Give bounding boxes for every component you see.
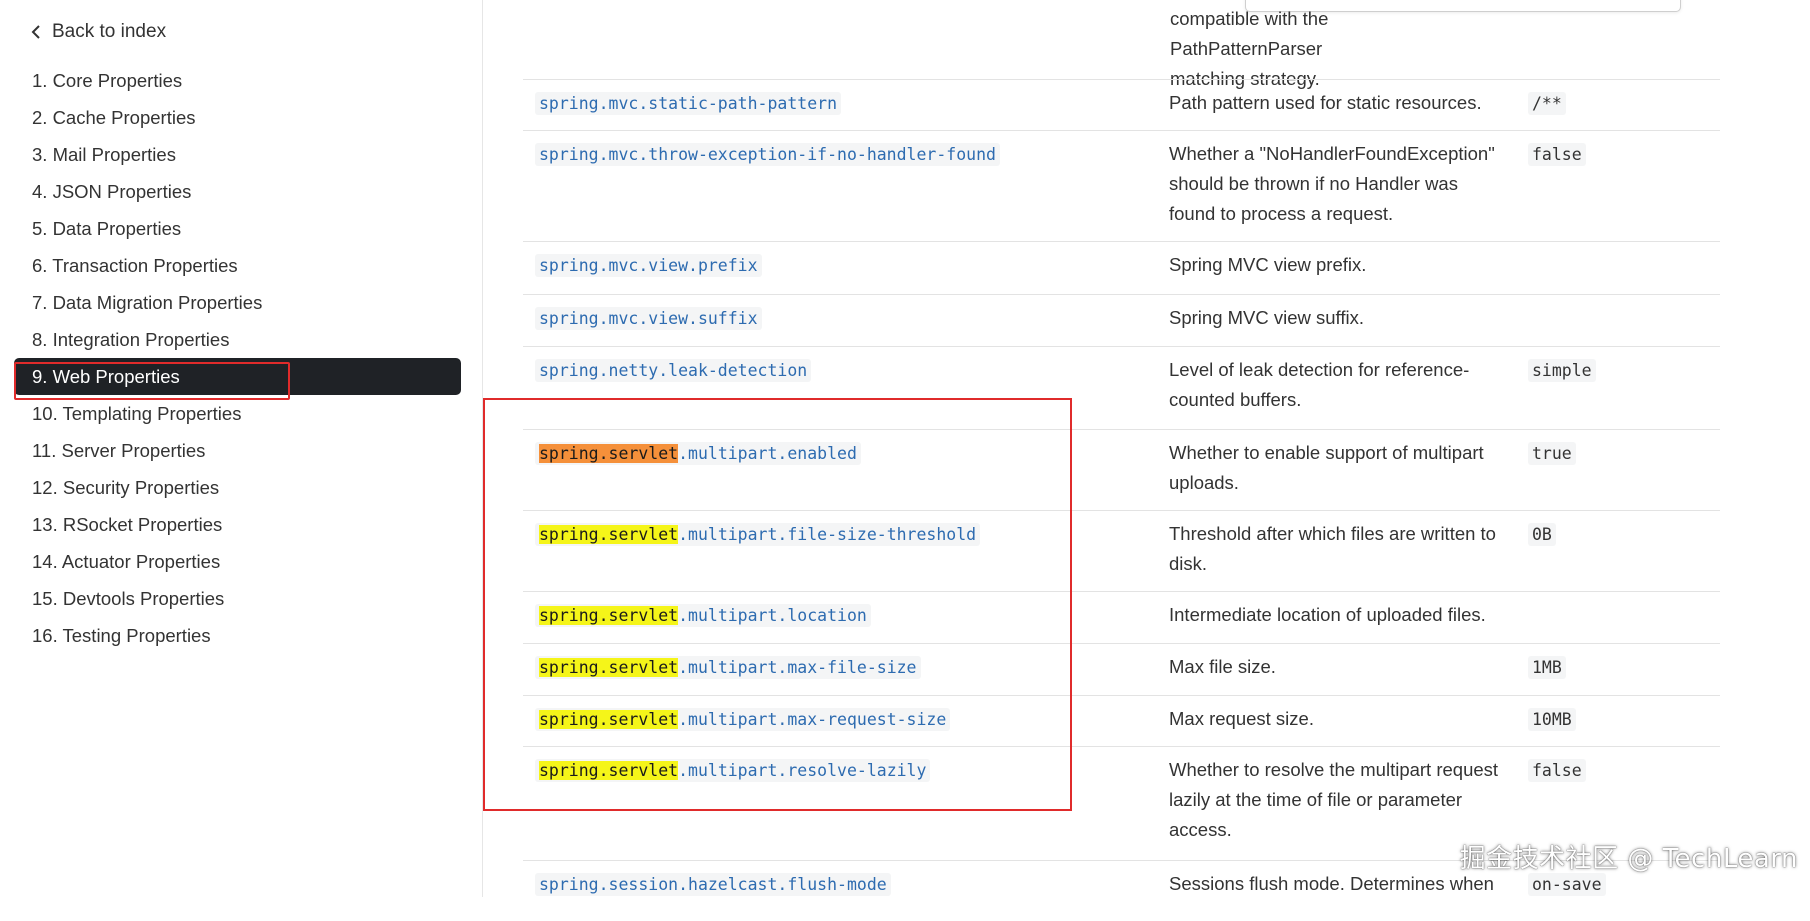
property-description: Max request size. [1169,708,1314,729]
property-description: Spring MVC view prefix. [1169,254,1367,275]
sidebar: Back to index 1. Core Properties 2. Cach… [0,0,483,897]
property-name-text: spring.mvc.view.prefix [539,256,758,275]
sidebar-item-devtools[interactable]: 15. Devtools Properties [14,580,461,617]
property-default-value: /** [1528,92,1566,115]
current-search-match: spring.servlet [539,444,679,463]
sidebar-item-core[interactable]: 1. Core Properties [14,62,461,99]
table-row: spring.mvc.static-path-pattern Path patte… [523,79,1720,131]
property-description: Spring MVC view suffix. [1169,307,1364,328]
search-match: spring.servlet [539,761,679,780]
property-default-value: on-save [1528,873,1606,896]
property-name[interactable]: spring.servlet.multipart.file-size-thres… [535,523,981,546]
property-default-value: false [1528,759,1586,782]
property-name[interactable]: spring.mvc.view.prefix [535,254,762,277]
search-match: spring.servlet [539,658,679,677]
property-description: Threshold after which files are written … [1169,523,1496,574]
sidebar-item-testing[interactable]: 16. Testing Properties [14,617,461,654]
table-row: spring.servlet.multipart.file-size-thres… [523,510,1720,592]
property-name-text: spring.session.hazelcast.flush-mode [539,875,887,894]
sidebar-item-rsocket[interactable]: 13. RSocket Properties [14,506,461,543]
property-name[interactable]: spring.servlet.multipart.location [535,604,871,627]
property-default-value: false [1528,143,1586,166]
back-to-index-link[interactable]: Back to index [30,18,166,46]
search-match: spring.servlet [539,710,679,729]
property-name-text: .multipart.max-request-size [678,710,947,729]
property-default-value: 10MB [1528,708,1576,731]
property-default-value: 0B [1528,523,1556,546]
property-description: Level of leak detection for reference-co… [1169,359,1470,410]
table-row: spring.servlet.multipart.max-file-size Ma… [523,643,1720,696]
property-name[interactable]: spring.mvc.view.suffix [535,307,762,330]
fragment-line-1: compatible with the PathPatternParser [1170,8,1329,59]
sidebar-item-integration[interactable]: 8. Integration Properties [14,321,461,358]
property-description: Path pattern used for static resources. [1169,92,1482,113]
property-name[interactable]: spring.servlet.multipart.max-file-size [535,656,921,679]
property-name-text: .multipart.file-size-threshold [678,525,977,544]
property-description: Intermediate location of uploaded files. [1169,604,1486,625]
table-row: spring.servlet.multipart.location Interme… [523,591,1720,644]
sidebar-item-json[interactable]: 4. JSON Properties [14,173,461,210]
property-description: Whether to resolve the multipart request… [1169,759,1499,840]
table-row: spring.mvc.view.suffix Spring MVC view su… [523,294,1720,347]
sidebar-item-cache[interactable]: 2. Cache Properties [14,99,461,136]
property-description: Max file size. [1169,656,1276,677]
property-name[interactable]: spring.servlet.multipart.max-request-siz… [535,708,951,731]
property-default-value: 1MB [1528,656,1566,679]
chevron-left-icon [31,25,40,39]
table-row: spring.servlet.multipart.max-request-siz… [523,695,1720,747]
search-match: spring.servlet [539,606,679,625]
property-name-text: spring.mvc.static-path-pattern [539,94,838,113]
property-description: Whether a "NoHandlerFoundException" shou… [1169,143,1495,224]
table-row: spring.netty.leak-detection Level of leak… [523,346,1720,430]
property-name-text: .multipart.enabled [678,444,857,463]
sidebar-item-transaction[interactable]: 6. Transaction Properties [14,247,461,284]
property-name-text: spring.mvc.view.suffix [539,309,758,328]
property-name-text: .multipart.location [678,606,867,625]
sidebar-nav: 1. Core Properties 2. Cache Properties 3… [14,62,461,654]
watermark: 掘金技术社区 @ TechLearn [1459,844,1798,874]
property-name[interactable]: spring.session.hazelcast.flush-mode [535,873,891,896]
property-name[interactable]: spring.mvc.static-path-pattern [535,92,842,115]
property-name[interactable]: spring.netty.leak-detection [535,359,812,382]
sidebar-item-web[interactable]: 9. Web Properties [14,358,461,395]
sidebar-item-server[interactable]: 11. Server Properties [14,432,461,469]
property-default-value: simple [1528,359,1596,382]
table-row: spring.mvc.view.prefix Spring MVC view pr… [523,241,1720,295]
property-name[interactable]: spring.servlet.multipart.enabled [535,442,861,465]
property-name-text: spring.netty.leak-detection [539,361,808,380]
back-label: Back to index [52,21,167,42]
sidebar-item-security[interactable]: 12. Security Properties [14,469,461,506]
property-description: Whether to enable support of multipart u… [1169,442,1484,493]
sidebar-item-data[interactable]: 5. Data Properties [14,210,461,247]
property-default-value: true [1528,442,1576,465]
property-name-text: .multipart.resolve-lazily [678,761,927,780]
sidebar-item-templating[interactable]: 10. Templating Properties [14,395,461,432]
table-row: spring.mvc.throw-exception-if-no-handler… [523,130,1720,242]
sidebar-item-actuator[interactable]: 14. Actuator Properties [14,543,461,580]
property-description: Sessions flush mode. Determines when [1169,873,1494,894]
search-match: spring.servlet [539,525,679,544]
table-row: spring.servlet.multipart.enabled Whether … [523,429,1720,511]
property-name[interactable]: spring.mvc.throw-exception-if-no-handler… [535,143,1000,166]
property-name-text: spring.mvc.throw-exception-if-no-handler… [539,145,996,164]
sidebar-item-data-migration[interactable]: 7. Data Migration Properties [14,284,461,321]
sidebar-item-mail[interactable]: 3. Mail Properties [14,136,461,173]
property-name-text: .multipart.max-file-size [678,658,917,677]
property-name[interactable]: spring.servlet.multipart.resolve-lazily [535,759,931,782]
